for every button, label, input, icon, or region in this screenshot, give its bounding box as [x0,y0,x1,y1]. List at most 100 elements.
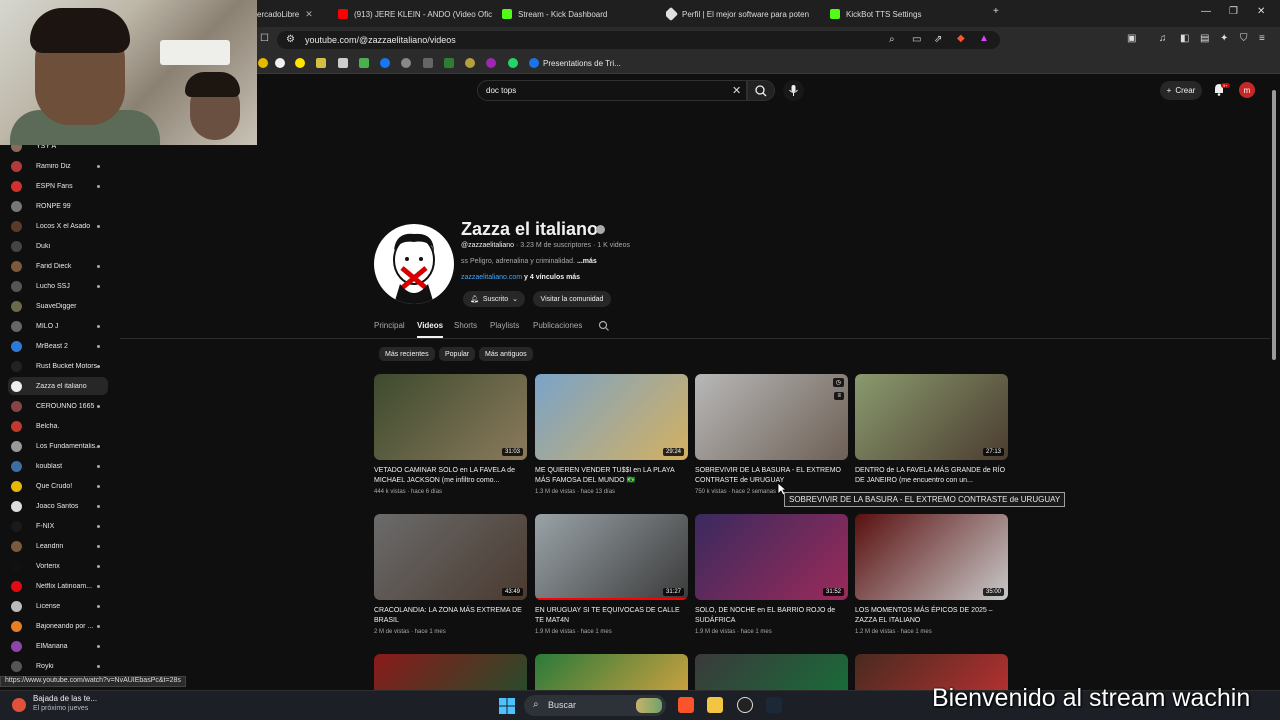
sidebar-subscription-item[interactable]: Leandrin [8,537,108,555]
bookmark-icon[interactable] [295,58,305,68]
channel-avatar[interactable] [374,224,454,304]
add-to-queue-icon[interactable]: ≡ [834,392,844,400]
zoom-icon[interactable]: ⌕ [889,34,895,45]
sidebar-subscription-item[interactable]: Lucho SSJ [8,277,108,295]
sidebar-subscription-item[interactable]: SuaveDigger [8,297,108,315]
subscribed-button[interactable]: 🔔︎ Suscrito ⌄ [463,291,525,307]
taskbar-search[interactable]: ⌕ Buscar [524,695,666,716]
video-title[interactable]: ME QUIEREN VENDER TU$$I en LA PLAYA MÁS … [535,466,688,486]
sidebar-subscription-item[interactable]: Belcha. [8,417,108,435]
browser-tab[interactable]: ercadoLibre ✕ [257,4,327,24]
create-button[interactable]: + Crear [1160,81,1202,100]
sidebar-subscription-item[interactable]: Rust Bucket Motors... [8,357,108,375]
bookmark-icon[interactable] [316,58,326,68]
video-thumbnail[interactable]: 31:27 [535,514,688,600]
bookmark-icon[interactable] [486,58,496,68]
video-title[interactable]: VETADO CAMINAR SOLO en LA FAVELA de MICH… [374,466,527,486]
url-field[interactable]: ⚙ youtube.com/@zazzaelitaliano/videos ⌕ … [277,31,1000,49]
sidebar-subscription-item[interactable]: Farid Dieck [8,257,108,275]
sidebar-subscription-item[interactable]: ESPN Fans [8,177,108,195]
bookmark-icon[interactable] [275,58,285,68]
clear-search-icon[interactable]: ✕ [732,84,741,97]
vpn-icon[interactable]: ⛉ [1240,33,1248,44]
video-thumbnail[interactable]: 31:52 [695,514,848,600]
sidebar-subscription-item[interactable]: Bajoneando por ... [8,617,108,635]
video-card[interactable]: 43:49 CRACOLANDIA: LA ZONA MÁS EXTREMA DE… [374,514,527,640]
restore-icon[interactable]: ❐ [1229,6,1238,17]
sidebar-subscription-item[interactable]: Que Crudo! [8,477,108,495]
close-window-icon[interactable]: ✕ [1257,6,1265,17]
video-thumbnail[interactable]: 35:00 [855,514,1008,600]
rewards-icon[interactable]: ▲ [979,33,989,44]
sidebar-subscription-item[interactable]: License [8,597,108,615]
video-thumbnail[interactable]: 31:03 [374,374,527,460]
new-tab-button[interactable]: + [993,6,999,17]
browser-tab[interactable]: KickBot TTS Settings [830,4,990,24]
tab-posts[interactable]: Publicaciones [533,321,582,330]
browser-tab[interactable]: Stream - Kick Dashboard [502,4,662,24]
tab-home[interactable]: Principal [374,321,405,330]
facebook-icon[interactable] [380,58,390,68]
sidebar-subscription-item[interactable]: koublast [8,457,108,475]
sidebar-subscription-item[interactable]: Netflix Latinoam... [8,577,108,595]
wallet-icon[interactable]: ▤ [1200,33,1209,44]
video-title[interactable]: LOS MOMENTOS MÁS ÉPICOS DE 2025 – ZAZZA … [855,606,1008,626]
sidebar-subscription-item[interactable]: MILO J [8,317,108,335]
video-thumbnail[interactable]: ◷ ≡ [695,374,848,460]
bookmark-icon[interactable]: ☐ [260,33,269,44]
sidebar-icon[interactable]: ◧ [1180,33,1189,44]
sidebar-subscription-item[interactable]: Ramiro Diz [8,157,108,175]
steam-icon[interactable] [766,697,782,713]
video-card[interactable]: 35:00 LOS MOMENTOS MÁS ÉPICOS DE 2025 – Z… [855,514,1008,640]
channel-search-icon[interactable] [598,320,610,332]
chip-latest[interactable]: Más recientes [379,347,435,361]
bookmark-icon[interactable] [258,58,268,68]
visit-community-button[interactable]: Visitar la comunidad [533,291,611,307]
site-info-icon[interactable]: ⚙ [286,34,295,45]
sidebar-subscription-item[interactable]: Locos X el Asado [8,217,108,235]
bookmark-icon[interactable] [465,58,475,68]
menu-icon[interactable]: ≡ [1259,33,1265,44]
bookmark-icon[interactable] [401,58,411,68]
sidebar-subscription-item[interactable]: RONPE 99´ [8,197,108,215]
sidebar-subscription-item[interactable]: Joaco Santos [8,497,108,515]
video-title[interactable]: CRACOLANDIA: LA ZONA MÁS EXTREMA DE BRAS… [374,606,527,626]
video-title[interactable]: DENTRO de LA FAVELA MÁS GRANDE de RÍO DE… [855,466,1008,486]
video-thumbnail[interactable]: 29:24 [535,374,688,460]
close-icon[interactable]: ✕ [305,9,313,20]
sidebar-subscription-item[interactable]: Royki [8,657,108,675]
windows-start-icon[interactable] [499,698,515,714]
watch-later-icon[interactable]: ◷ [832,378,844,387]
bookmark-icon[interactable] [444,58,454,68]
sidebar-subscription-item[interactable]: F-NIX [8,517,108,535]
chip-popular[interactable]: Popular [439,347,476,361]
search-input[interactable]: doc tops ✕ [477,80,747,101]
video-card[interactable]: 31:52 SOLO, DE NOCHE en EL BARRIO ROJO de… [695,514,848,640]
music-icon[interactable]: ♫ [1159,33,1167,44]
minimize-icon[interactable]: — [1201,6,1211,17]
tab-search-icon[interactable]: ▣ [1127,33,1136,44]
page-scrollbar-thumb[interactable] [1272,90,1276,360]
more-links[interactable]: y 4 vínculos más [524,274,580,281]
video-thumbnail[interactable] [374,654,527,690]
presentations-icon[interactable] [529,58,539,68]
video-card[interactable]: 31:27 EN URUGUAY SI TE EQUIVOCAS DE CALLE… [535,514,688,640]
sidebar-subscription-item[interactable]: Vorterix [8,557,108,575]
weather-icon[interactable] [12,698,26,712]
sidebar-subscription-item[interactable]: Duki [8,237,108,255]
video-card[interactable]: 31:03 VETADO CAMINAR SOLO en LA FAVELA de… [374,374,527,500]
bookmark-icon[interactable] [423,58,433,68]
voice-search-button[interactable] [783,80,804,101]
sidebar-subscription-item[interactable]: Zazza el italiano [8,377,108,395]
channel-description[interactable]: ss Peligro, adrenalina y criminalidad. .… [461,258,597,265]
channel-website-link[interactable]: zazzaelitaliano.com [461,274,522,281]
video-title[interactable]: EN URUGUAY SI TE EQUIVOCAS DE CALLE TE M… [535,606,688,626]
sidebar-subscription-item[interactable]: MrBeast 2 [8,337,108,355]
video-thumbnail[interactable]: 43:49 [374,514,527,600]
file-explorer-icon[interactable] [707,697,723,713]
sidebar-subscription-item[interactable]: ElMariana [8,637,108,655]
video-title[interactable]: SOLO, DE NOCHE en EL BARRIO ROJO de SUDÁ… [695,606,848,626]
browser-tab[interactable]: Perfil | El mejor software para poten [666,4,826,24]
sidebar-subscription-item[interactable]: CEROUNNO 1665 [8,397,108,415]
description-more[interactable]: ...más [577,258,597,265]
